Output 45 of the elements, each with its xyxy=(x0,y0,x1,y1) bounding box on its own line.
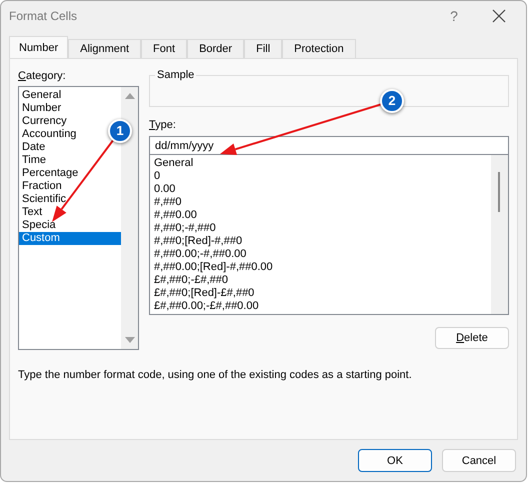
close-icon[interactable] xyxy=(492,9,506,23)
delete-button[interactable]: Delete xyxy=(435,327,509,349)
sample-label: Sample xyxy=(155,69,196,81)
category-item[interactable]: Custom xyxy=(19,232,121,245)
format-item[interactable]: 0.00 xyxy=(154,183,491,196)
scroll-up-icon[interactable] xyxy=(124,93,134,99)
format-item[interactable]: £#,##0;[Red]-£#,##0 xyxy=(154,287,491,300)
category-item[interactable]: Date xyxy=(19,141,46,154)
format-item[interactable]: #,##0;[Red]-#,##0 xyxy=(154,235,491,248)
category-item[interactable]: General xyxy=(19,89,62,102)
category-item[interactable]: Scientific xyxy=(19,193,66,206)
format-item[interactable]: £#,##0;-£#,##0 xyxy=(154,274,491,287)
format-item[interactable]: £#,##0.00;-£#,##0.00 xyxy=(154,300,491,313)
format-item[interactable]: #,##0 xyxy=(154,196,491,209)
category-item[interactable]: Percentage xyxy=(19,167,78,180)
category-item[interactable]: Specia xyxy=(19,219,56,232)
format-item[interactable]: General xyxy=(154,157,491,170)
format-item[interactable]: #,##0.00;[Red]-#,##0.00 xyxy=(154,261,491,274)
type-label: Type: xyxy=(149,118,177,133)
tab[interactable]: Fill xyxy=(244,39,282,58)
format-list[interactable]: General 0 0.00 #,##0 #,##0.00 #,##0;-#,##0 #,##0;[Red]-#,##0 #,##0.00;-#,##0.00 #,##0.00;[Red]-#,##0.00 £#,##0;-£#,##0 £#,##0;[Red]-£#,##0 £#,##0.00;-£#,##0.00 xyxy=(149,155,509,315)
category-item[interactable]: Number xyxy=(19,102,62,115)
window-title: Format Cells xyxy=(9,9,78,23)
format-item[interactable]: #,##0;-#,##0 xyxy=(154,222,491,235)
tab[interactable]: Alignment xyxy=(68,39,142,58)
category-item[interactable]: Text xyxy=(19,206,42,219)
type-field[interactable]: dd/mm/yyyy xyxy=(149,136,509,155)
help-button[interactable]: ? xyxy=(432,2,476,30)
dialog-button[interactable]: Cancel xyxy=(442,449,516,472)
category-item[interactable]: Accounting xyxy=(19,128,76,141)
format-item[interactable]: #,##0.00 xyxy=(154,209,491,222)
scroll-down-icon[interactable] xyxy=(124,337,134,343)
scroll-thumb[interactable] xyxy=(498,172,500,212)
category-item[interactable]: Fraction xyxy=(19,180,62,193)
format-item[interactable]: 0 xyxy=(154,170,491,183)
format-item[interactable]: #,##0.00;-#,##0.00 xyxy=(154,248,491,261)
dialog-button[interactable]: OK xyxy=(358,449,432,472)
tab[interactable]: Protection xyxy=(282,39,356,58)
description-text: Type the number format code, using one of the existing codes as a starting point. xyxy=(18,369,413,381)
tab[interactable]: Number xyxy=(9,36,68,58)
tab[interactable]: Border xyxy=(187,39,244,58)
category-item[interactable]: Currency xyxy=(19,115,67,128)
category-label: Category: xyxy=(18,69,67,84)
category-item[interactable]: Time xyxy=(19,154,46,167)
tab[interactable]: Font xyxy=(141,39,188,58)
